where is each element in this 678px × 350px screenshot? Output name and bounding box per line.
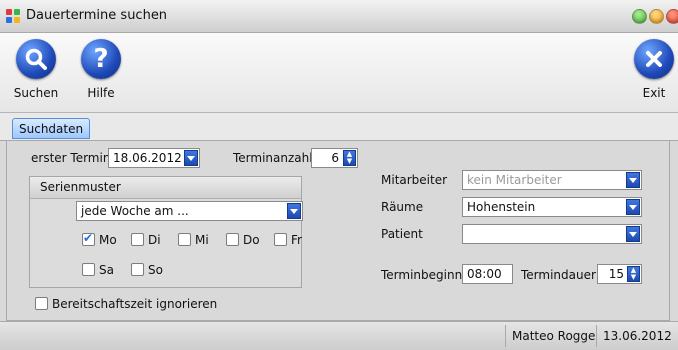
employee-value: kein Mitarbeiter bbox=[467, 173, 562, 187]
close-window-button[interactable] bbox=[666, 9, 678, 24]
series-pattern-title: Serienmuster bbox=[30, 177, 301, 199]
tab-suchdaten[interactable]: Suchdaten bbox=[12, 118, 91, 139]
day-checkbox-mi[interactable] bbox=[178, 233, 191, 246]
rooms-value: Hohenstein bbox=[467, 200, 536, 214]
standby-checkbox[interactable] bbox=[35, 297, 48, 310]
duration-value: 15 bbox=[608, 267, 624, 281]
close-icon bbox=[634, 39, 674, 79]
day-label-mo: Mo bbox=[99, 233, 117, 247]
status-user: Matteo Rogge bbox=[505, 325, 601, 347]
day-checkbox-do[interactable] bbox=[226, 233, 239, 246]
exit-label: Exit bbox=[642, 86, 666, 100]
help-button[interactable]: ? Hilfe bbox=[78, 39, 124, 100]
day-label-mi: Mi bbox=[195, 233, 209, 247]
day-label-do: Do bbox=[243, 233, 260, 247]
help-icon: ? bbox=[81, 39, 121, 79]
search-label: Suchen bbox=[13, 86, 59, 100]
day-checkbox-sa[interactable] bbox=[82, 263, 95, 276]
status-date: 13.06.2012 bbox=[596, 325, 678, 347]
first-term-label: erster Termin bbox=[31, 151, 111, 165]
pattern-select[interactable]: jede Woche am ... bbox=[76, 201, 303, 221]
count-label: Terminanzahl bbox=[233, 151, 313, 165]
status-bar: Matteo Rogge 13.06.2012 bbox=[0, 321, 678, 350]
chevron-down-icon[interactable] bbox=[626, 172, 640, 188]
stepper-arrows-icon[interactable]: ▲ ▼ bbox=[343, 150, 356, 166]
title-bar: Dauertermine suchen bbox=[0, 0, 678, 33]
day-label-so: So bbox=[148, 263, 163, 277]
day-label-fr: Fr bbox=[291, 233, 302, 247]
employee-select[interactable]: kein Mitarbeiter bbox=[462, 170, 642, 190]
search-button[interactable]: Suchen bbox=[10, 39, 62, 100]
duration-label: Termindauer bbox=[521, 268, 596, 282]
first-term-value: 18.06.2012 bbox=[113, 151, 182, 165]
count-value: 6 bbox=[331, 151, 339, 165]
chevron-down-icon[interactable] bbox=[287, 203, 301, 219]
day-checkbox-di[interactable] bbox=[131, 233, 144, 246]
app-icon bbox=[6, 9, 20, 23]
patient-select[interactable] bbox=[462, 224, 642, 244]
toolbar: Suchen ? Hilfe Exit bbox=[0, 33, 678, 113]
chevron-down-icon[interactable] bbox=[626, 199, 640, 215]
window-title: Dauertermine suchen bbox=[26, 8, 168, 23]
help-label: Hilfe bbox=[87, 86, 115, 100]
standby-label: Bereitschaftszeit ignorieren bbox=[52, 297, 218, 311]
day-checkbox-fr[interactable] bbox=[274, 233, 287, 246]
start-value: 08:00 bbox=[467, 267, 502, 281]
day-label-sa: Sa bbox=[99, 263, 114, 277]
patient-label: Patient bbox=[381, 227, 423, 241]
chevron-down-icon[interactable] bbox=[626, 226, 640, 242]
count-stepper[interactable]: 6 ▲ ▼ bbox=[311, 148, 358, 168]
zoom-window-button[interactable] bbox=[632, 9, 647, 24]
first-term-field[interactable]: 18.06.2012 bbox=[108, 148, 200, 168]
duration-stepper[interactable]: 15 ▲ ▼ bbox=[597, 264, 642, 284]
series-pattern-group: Serienmuster bbox=[29, 176, 302, 288]
stepper-arrows-icon[interactable]: ▲ ▼ bbox=[627, 266, 640, 282]
day-checkbox-mo[interactable] bbox=[82, 231, 95, 246]
rooms-label: Räume bbox=[381, 200, 424, 214]
day-checkbox-so[interactable] bbox=[131, 263, 144, 276]
start-time-input[interactable]: 08:00 bbox=[462, 264, 513, 284]
chevron-down-icon[interactable] bbox=[184, 150, 198, 166]
rooms-select[interactable]: Hohenstein bbox=[462, 197, 642, 217]
exit-button[interactable]: Exit bbox=[632, 39, 676, 100]
pattern-value: jede Woche am ... bbox=[81, 204, 189, 218]
employee-label: Mitarbeiter bbox=[381, 173, 448, 187]
tab-strip: Suchdaten bbox=[0, 113, 678, 141]
start-label: Terminbeginn bbox=[381, 268, 463, 282]
day-label-di: Di bbox=[148, 233, 161, 247]
search-icon bbox=[16, 39, 56, 79]
minimize-window-button[interactable] bbox=[649, 9, 664, 24]
